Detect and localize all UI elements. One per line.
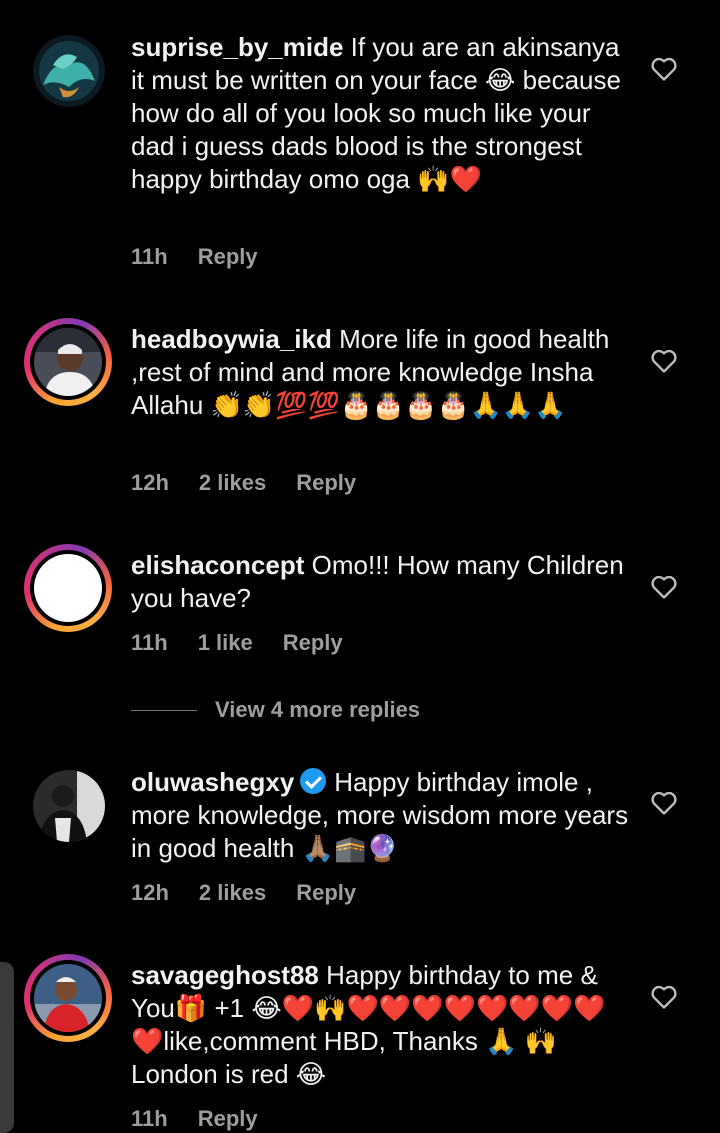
avatar-image (34, 554, 102, 622)
comment-time: 11h (131, 244, 168, 269)
comment-likes[interactable]: 2 likes (199, 470, 266, 496)
avatar[interactable] (24, 544, 112, 632)
divider (131, 709, 197, 711)
heart-outline-icon[interactable] (650, 574, 678, 600)
comment-username[interactable]: savageghost88 (131, 960, 319, 990)
reply-button[interactable]: Reply (198, 244, 258, 270)
avatar-image (33, 35, 105, 107)
comment-username[interactable]: headboywia_ikd (131, 324, 332, 354)
comment-meta: 12h 2 likes Reply (131, 880, 386, 906)
comment-time: 12h (131, 470, 169, 495)
scroll-edge (0, 962, 14, 1133)
comment-text: oluwashegxy Happy birthday imole , more k… (131, 767, 629, 863)
view-more-replies-button[interactable]: View 4 more replies (131, 697, 420, 723)
verified-badge-icon (300, 768, 327, 794)
avatar[interactable] (24, 318, 112, 406)
comment-text: elishaconcept Omo!!! How many Children y… (131, 550, 624, 613)
comment-meta: 11h 1 like Reply (131, 630, 373, 656)
avatar[interactable] (24, 954, 112, 1042)
reply-button[interactable]: Reply (296, 470, 356, 496)
comment-text: suprise_by_mide If you are an akinsanya … (131, 32, 621, 194)
avatar-image (33, 770, 105, 842)
reply-button[interactable]: Reply (198, 1106, 258, 1132)
heart-outline-icon[interactable] (650, 984, 678, 1010)
avatar-image (34, 328, 102, 396)
comment-meta: 11h Reply (131, 244, 288, 270)
view-more-replies-label: View 4 more replies (215, 697, 421, 722)
comment-time: 12h (131, 880, 169, 905)
comment-likes[interactable]: 1 like (198, 630, 253, 656)
comment-likes[interactable]: 2 likes (199, 880, 266, 906)
comment-meta: 11h Reply (131, 1106, 288, 1132)
heart-outline-icon[interactable] (650, 348, 678, 374)
comment-time: 11h (131, 630, 168, 655)
comment-username[interactable]: elishaconcept (131, 550, 304, 580)
avatar[interactable] (33, 770, 105, 842)
avatar[interactable] (33, 35, 105, 107)
comment-username[interactable]: oluwashegxy (131, 767, 294, 797)
comment-meta: 12h 2 likes Reply (131, 470, 386, 496)
reply-button[interactable]: Reply (283, 630, 343, 656)
heart-outline-icon[interactable] (650, 790, 678, 816)
comment-time: 11h (131, 1106, 168, 1131)
comment-text: headboywia_ikd More life in good health … (131, 324, 610, 420)
comment-text: savageghost88 Happy birthday to me & You… (131, 960, 606, 1089)
comment-username[interactable]: suprise_by_mide (131, 32, 343, 62)
reply-button[interactable]: Reply (296, 880, 356, 906)
heart-outline-icon[interactable] (650, 56, 678, 82)
avatar-image (34, 964, 102, 1032)
